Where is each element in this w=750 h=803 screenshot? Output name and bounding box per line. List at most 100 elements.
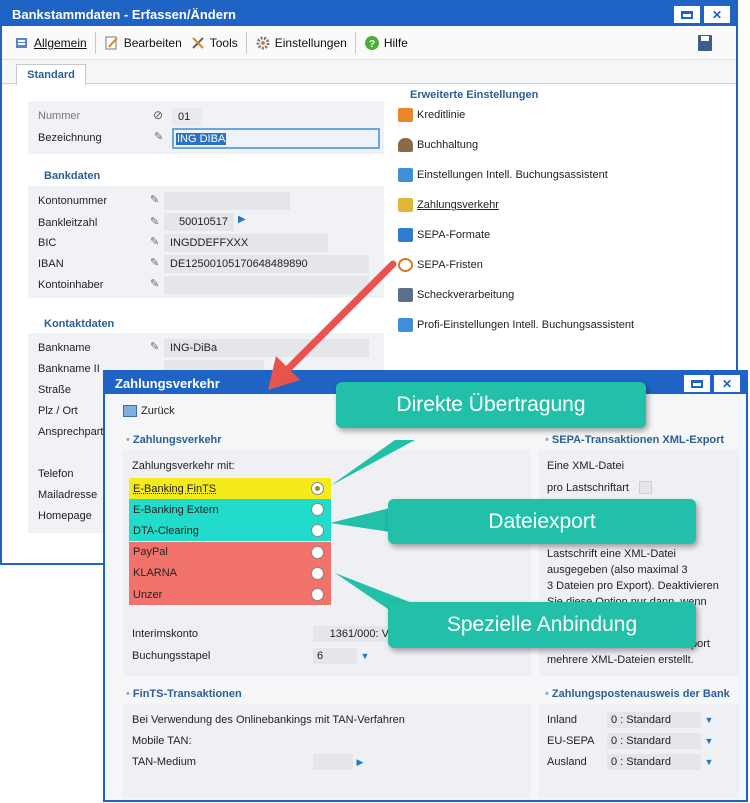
toolbar: Allgemein Bearbeiten Tools Einstellungen… (2, 26, 736, 60)
telefon-label: Telefon (38, 468, 74, 480)
buchungsstapel-select[interactable]: 6 (313, 648, 357, 664)
chevron-down-icon[interactable]: ▼ (702, 754, 716, 770)
chevron-down-icon[interactable]: ▼ (358, 648, 372, 664)
chevron-down-icon[interactable]: ▼ (702, 733, 716, 749)
payment-option-e-banking-extern[interactable]: E-Banking Extern (129, 499, 331, 521)
sepa-description-3: 3 Dateien pro Export). Deaktivieren (547, 580, 719, 592)
kontaktdaten-title: Kontaktdaten (44, 318, 115, 330)
close-button[interactable]: ✕ (714, 375, 740, 392)
sepa-fristen-link[interactable]: SEPA-Fristen (398, 258, 483, 272)
zahlungsverkehr-mit-label: Zahlungsverkehr mit: (132, 460, 235, 472)
check-edit-icon (398, 288, 413, 302)
edit-document-icon (104, 35, 120, 51)
payment-option-klarna[interactable]: KLARNA (129, 562, 331, 584)
section-bullet: • (126, 688, 133, 700)
toolbar-separator (354, 31, 356, 54)
sepa-formate-link[interactable]: SEPA-Formate (398, 228, 490, 242)
homepage-label: Homepage (38, 510, 92, 522)
radio-button[interactable] (311, 524, 324, 538)
sepa-line1: Eine XML-Datei (547, 460, 625, 472)
sepa-description-1: Lastschrift eine XML-Datei (547, 548, 676, 560)
save-icon[interactable] (698, 35, 712, 51)
einstellungen-intell-label: Einstellungen Intell. Buchungsassistent (417, 169, 608, 181)
play-arrow-icon[interactable]: ▶ (238, 214, 246, 225)
kreditlinie-label: Kreditlinie (417, 109, 466, 121)
window-title: Bankstammdaten - Erfassen/Ändern (12, 6, 236, 22)
iban-field[interactable]: DE12500105170648489890 (164, 255, 369, 273)
radio-button[interactable] (311, 588, 324, 601)
window-title: Zahlungsverkehr (115, 375, 220, 391)
assistant-settings-icon (398, 168, 413, 182)
zpa-select[interactable]: 0 : Standard (607, 712, 701, 728)
pencil-icon: ✎ (150, 216, 160, 228)
fints-section-label: FinTS-Transaktionen (132, 688, 242, 700)
back-button[interactable]: Zurück (123, 405, 175, 417)
lastschriftart-checkbox[interactable] (639, 481, 652, 494)
bic-field[interactable]: INGDDEFFXXX (164, 234, 328, 252)
tan-medium-select[interactable] (313, 754, 353, 770)
bankname-field[interactable]: ING-DiBa (164, 339, 369, 357)
kontoinhaber-field[interactable] (164, 276, 369, 294)
radio-button[interactable] (311, 503, 324, 517)
zahlungsverkehr-section-title: • Zahlungsverkehr (126, 434, 222, 446)
play-arrow-icon[interactable]: ▶ (353, 754, 367, 770)
maximize-button[interactable] (674, 6, 700, 23)
clock-icon (398, 258, 413, 272)
payment-option-unzer[interactable]: Unzer (129, 584, 331, 605)
hilfe-menu[interactable]: ? Hilfe (364, 35, 408, 51)
radio-button[interactable] (311, 566, 324, 580)
einstellungen-menu[interactable]: Einstellungen (255, 35, 347, 51)
scheckverarbeitung-label: Scheckverarbeitung (417, 289, 515, 301)
kreditlinie-link[interactable]: Kreditlinie (398, 108, 465, 122)
tools-menu[interactable]: Tools (190, 35, 238, 51)
callout-dateiexport: Dateiexport (388, 499, 696, 544)
buchhaltung-link[interactable]: Buchhaltung (398, 138, 478, 152)
sepa-section-label: SEPA-Transaktionen XML-Export (551, 434, 725, 446)
zpa-label: Inland (547, 714, 577, 726)
sepa-description-6: mehrere XML-Dateien erstellt. (547, 654, 694, 666)
zpa-select[interactable]: 0 : Standard (607, 733, 701, 749)
iban-label: IBAN (38, 258, 64, 270)
einstellungen-intell-link[interactable]: Einstellungen Intell. Buchungsassistent (398, 168, 608, 182)
close-button[interactable]: ✕ (704, 6, 730, 23)
sepa-formate-label: SEPA-Formate (417, 229, 491, 241)
plz-ort-label: Plz / Ort (38, 405, 78, 417)
back-label: Zurück (141, 405, 175, 417)
radio-button[interactable] (311, 545, 324, 559)
payment-option-label: KLARNA (133, 567, 178, 580)
zpa-select[interactable]: 0 : Standard (607, 754, 701, 770)
sepa-format-icon (398, 228, 413, 242)
bankleitzahl-field[interactable]: 50010517 (164, 213, 234, 231)
zahlungsverkehr-window: Zahlungsverkehr ✕ Zurück • Zahlungsverke… (103, 370, 748, 802)
maximize-icon (681, 10, 693, 19)
fints-section-title: • FinTS-Transaktionen (126, 688, 242, 700)
tab-bar: Standard (2, 60, 736, 85)
buchungsstapel-label: Buchungsstapel (132, 650, 211, 662)
interimskonto-field[interactable]: 1361/000: V (313, 626, 393, 642)
tan-medium-label: TAN-Medium (132, 756, 196, 768)
bearbeiten-menu[interactable]: Bearbeiten (104, 35, 182, 51)
scheckverarbeitung-link[interactable]: Scheckverarbeitung (398, 288, 514, 302)
payment-option-paypal[interactable]: PayPal (129, 541, 331, 563)
kontonummer-field[interactable] (164, 192, 290, 210)
payment-option-label: DTA-Clearing (133, 524, 199, 537)
pencil-icon: ✎ (154, 131, 164, 143)
sepa-fristen-label: SEPA-Fristen (417, 259, 483, 271)
window-titlebar[interactable]: Bankstammdaten - Erfassen/Ändern ✕ (2, 2, 736, 26)
payment-option-e-banking-fints[interactable]: E-Banking FinTS (129, 478, 331, 499)
zahlungsverkehr-link[interactable]: Zahlungsverkehr (398, 198, 499, 212)
bezeichnung-input[interactable]: ING DIBA (172, 128, 380, 149)
tab-standard[interactable]: Standard (16, 64, 86, 85)
payment-option-dta-clearing[interactable]: DTA-Clearing (129, 520, 331, 542)
strasse-label: Straße (38, 384, 72, 396)
bankdaten-title: Bankdaten (44, 170, 101, 182)
radio-button[interactable] (311, 482, 324, 495)
mobile-tan-label: Mobile TAN: (132, 735, 192, 747)
chevron-down-icon[interactable]: ▼ (702, 712, 716, 728)
maximize-button[interactable] (684, 375, 710, 392)
allgemein-menu[interactable]: Allgemein (14, 35, 87, 51)
profi-einstellungen-label: Profi-Einstellungen Intell. Buchungsassi… (417, 319, 635, 331)
fints-description: Bei Verwendung des Onlinebankings mit TA… (132, 714, 405, 726)
profi-einstellungen-link[interactable]: Profi-Einstellungen Intell. Buchungsassi… (398, 318, 634, 332)
window2-content: Zurück • Zahlungsverkehr Zahlungsverkehr… (105, 394, 746, 800)
